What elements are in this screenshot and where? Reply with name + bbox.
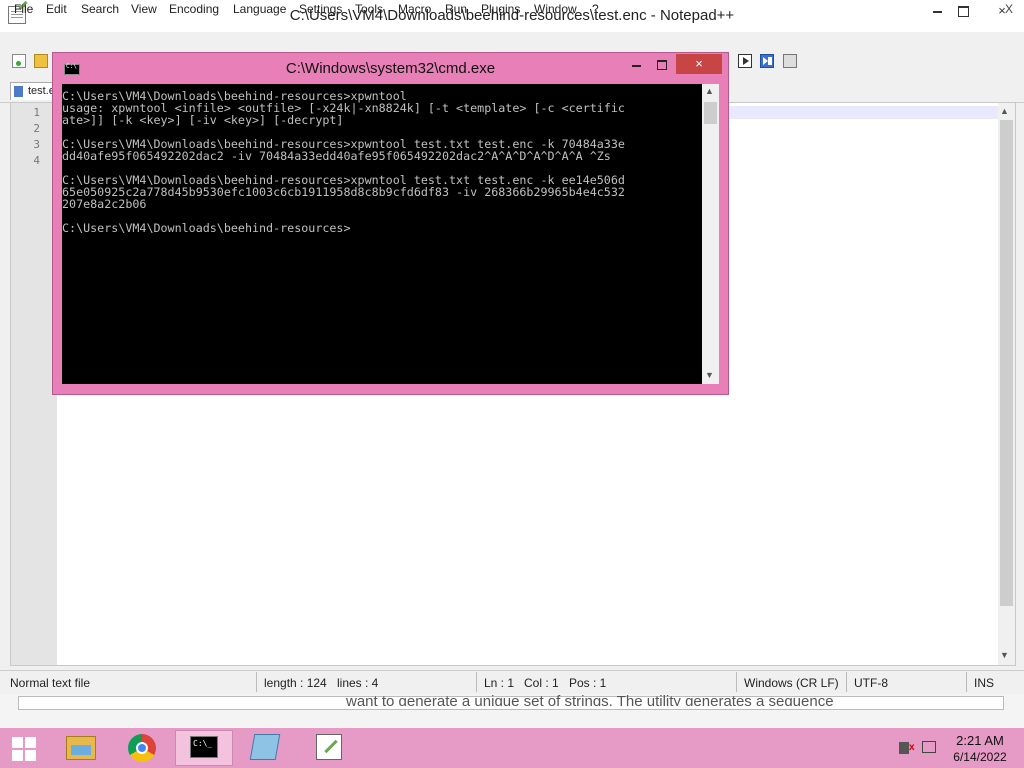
notepad-icon[interactable] xyxy=(249,734,281,760)
menu-settings[interactable]: Settings xyxy=(299,2,342,16)
scroll-down-icon[interactable]: ▼ xyxy=(705,370,714,380)
windows-logo-pane xyxy=(12,737,23,748)
line-number: 4 xyxy=(33,154,40,167)
menu-plugins[interactable]: Plugins xyxy=(481,2,520,16)
scroll-up-icon[interactable]: ▲ xyxy=(1000,106,1009,116)
tab-label: test.e xyxy=(28,85,55,97)
line-number-gutter xyxy=(11,103,57,665)
menu-bar xyxy=(0,32,1024,50)
status-divider xyxy=(966,672,967,692)
play-macro-icon[interactable] xyxy=(738,54,752,68)
menu-view[interactable]: View xyxy=(131,2,157,16)
run-macro-multiple-icon[interactable] xyxy=(760,54,774,68)
open-file-icon[interactable] xyxy=(34,54,48,68)
windows-logo-pane xyxy=(25,750,36,761)
menu-run[interactable]: Run xyxy=(445,2,467,16)
cmd-close-button[interactable]: × xyxy=(676,54,722,74)
windows-logo-pane xyxy=(12,750,23,761)
minimize-icon xyxy=(932,10,942,13)
minimize-icon xyxy=(631,65,641,67)
background-window-text-line: want to generate a unique set of strings… xyxy=(346,693,834,706)
status-length: length : 124 xyxy=(264,676,327,690)
clock-time[interactable]: 2:21 AM xyxy=(950,733,1010,748)
chrome-icon[interactable] xyxy=(128,734,156,762)
close-button[interactable]: × xyxy=(980,0,1024,24)
cmd-scrollbar[interactable] xyxy=(702,84,719,384)
scroll-up-icon[interactable]: ▲ xyxy=(705,86,714,96)
status-mode: INS xyxy=(974,676,995,690)
close-document-button[interactable]: X xyxy=(1005,2,1013,16)
scroll-down-icon[interactable]: ▼ xyxy=(1000,650,1009,660)
status-divider xyxy=(256,672,257,692)
menu-search[interactable]: Search xyxy=(81,2,119,16)
cmd-minimize-button[interactable] xyxy=(626,56,646,76)
console-output-area[interactable]: C:\Users\VM4\Downloads\beehind-resources… xyxy=(62,84,702,384)
menu-file[interactable]: File xyxy=(14,2,33,16)
menu-encoding[interactable]: Encoding xyxy=(169,2,219,16)
cmd-maximize-button[interactable] xyxy=(652,56,672,76)
sound-muted-icon[interactable] xyxy=(899,742,915,754)
status-file-type: Normal text file xyxy=(10,676,91,690)
menu-window[interactable]: Window xyxy=(534,2,577,16)
notepadpp-icon[interactable] xyxy=(316,734,342,760)
menu-tools[interactable]: Tools xyxy=(355,2,383,16)
windows-logo-pane xyxy=(25,737,36,748)
editor-scrollbar-thumb[interactable] xyxy=(1000,120,1013,606)
maximize-icon xyxy=(957,6,969,18)
menu-edit[interactable]: Edit xyxy=(46,2,67,16)
line-number: 3 xyxy=(33,138,40,151)
menu-help[interactable]: ? xyxy=(592,2,599,16)
cmd-icon[interactable] xyxy=(190,736,218,758)
background-window-text: want to generate a unique set of strings… xyxy=(346,686,866,706)
clock-date[interactable]: 6/14/2022 xyxy=(950,750,1010,764)
cmd-scrollbar-thumb[interactable] xyxy=(704,102,717,124)
console-text: C:\Users\VM4\Downloads\beehind-resources… xyxy=(62,89,625,235)
maximize-icon xyxy=(657,60,667,70)
windows-start-icon[interactable] xyxy=(8,734,38,762)
menu-macro[interactable]: Macro xyxy=(398,2,431,16)
new-file-icon[interactable] xyxy=(12,54,26,68)
save-macro-icon[interactable] xyxy=(783,54,797,68)
menu-language[interactable]: Language xyxy=(233,2,286,16)
maximize-button[interactable] xyxy=(944,0,982,24)
line-number: 1 xyxy=(33,106,40,119)
network-icon[interactable] xyxy=(922,741,936,753)
file-explorer-icon[interactable] xyxy=(66,736,96,760)
line-number: 2 xyxy=(33,122,40,135)
file-saved-icon xyxy=(14,86,23,97)
